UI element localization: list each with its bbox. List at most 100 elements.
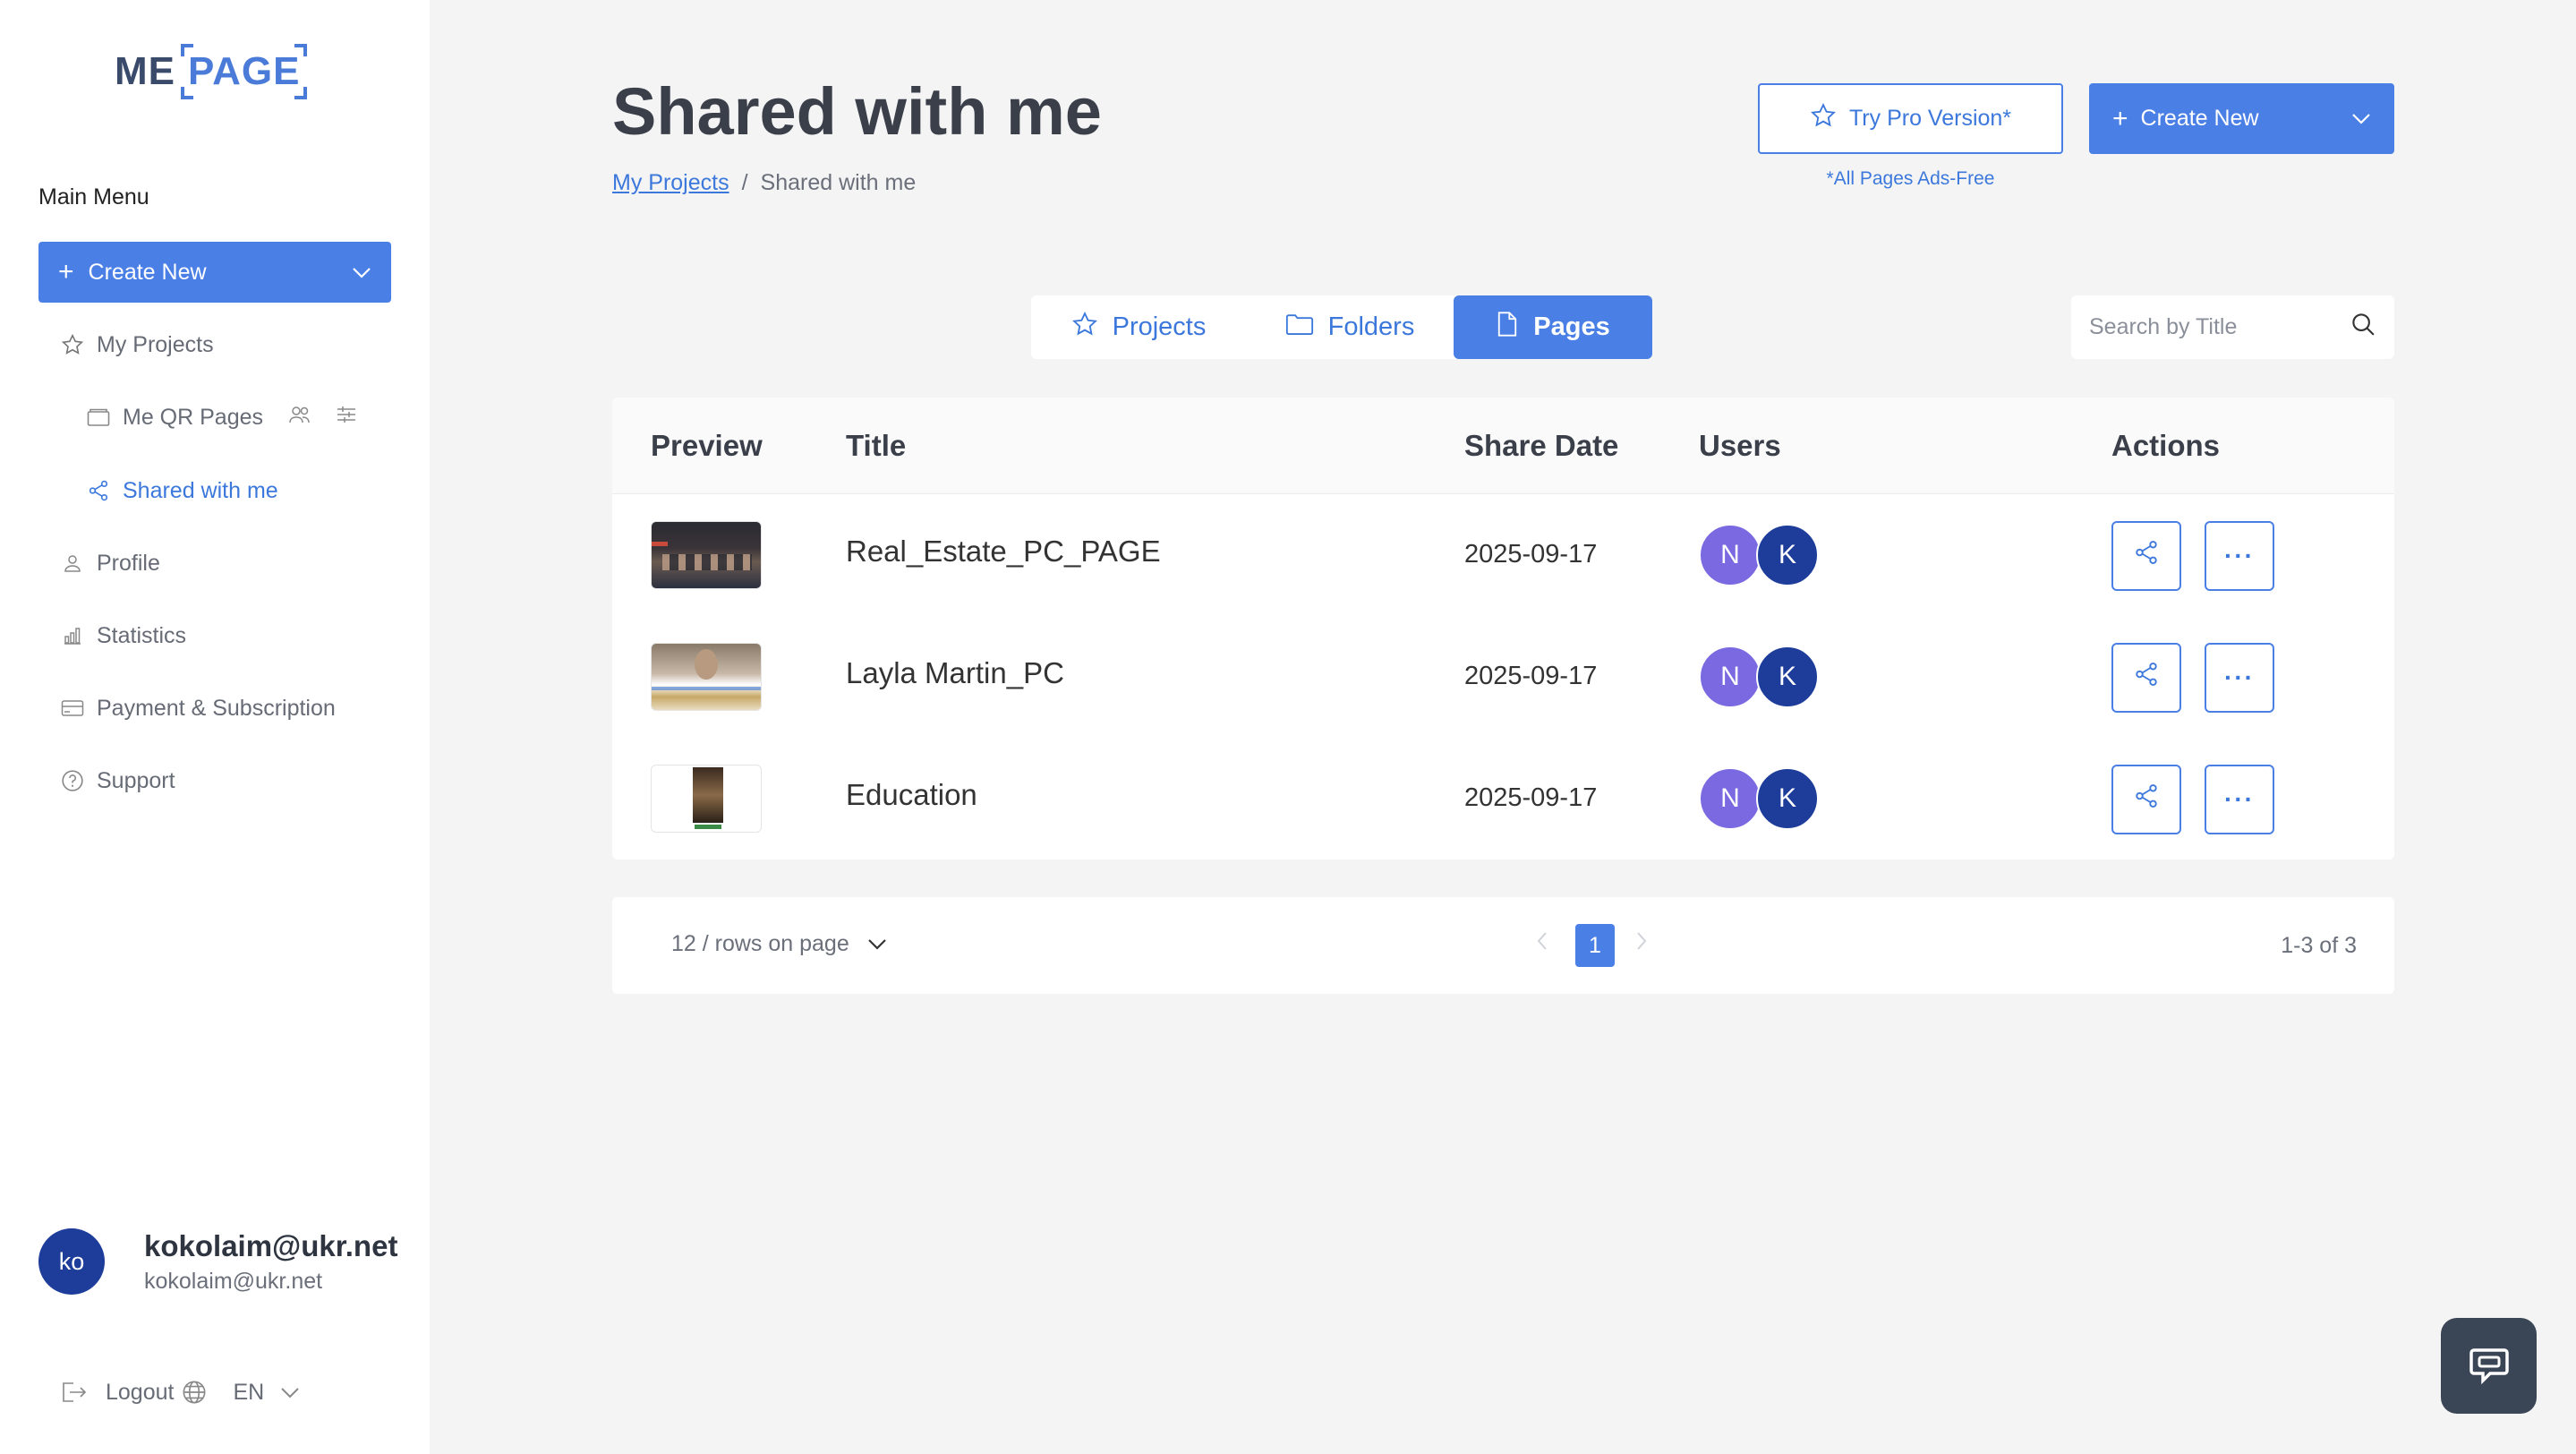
pagination-range: 1-3 of 3: [2281, 933, 2357, 958]
column-share-date: Share Date: [1464, 428, 1619, 462]
previous-page-button[interactable]: [1536, 931, 1548, 957]
table-row[interactable]: Real_Estate_PC_PAGE 2025-09-17 N K ···: [612, 495, 2394, 617]
table-row[interactable]: Layla Martin_PC 2025-09-17 N K ···: [612, 617, 2394, 739]
logout-icon[interactable]: [61, 1379, 88, 1406]
search-input[interactable]: [2089, 314, 2340, 340]
avatar: ko: [38, 1228, 105, 1295]
try-pro-button[interactable]: Try Pro Version*: [1758, 83, 2063, 154]
next-page-button[interactable]: [1635, 931, 1648, 957]
page-preview-thumbnail[interactable]: [651, 643, 762, 711]
user-icon: [61, 552, 84, 575]
user-profile-block[interactable]: ko kokolaim@ukr.net kokolaim@ukr.net: [38, 1228, 397, 1295]
avatar[interactable]: K: [1756, 524, 1819, 586]
create-new-button[interactable]: + Create New: [2089, 83, 2394, 154]
user-email: kokolaim@ukr.net: [144, 1268, 323, 1294]
star-icon: [61, 333, 84, 356]
credit-card-icon: [61, 697, 84, 720]
file-icon: [1496, 311, 1519, 345]
settings-sliders-icon[interactable]: [335, 405, 358, 431]
row-users: N K: [1699, 646, 1819, 708]
sidebar-item-me-qr-pages[interactable]: Me QR Pages: [87, 399, 358, 435]
avatar[interactable]: N: [1699, 524, 1761, 586]
sidebar-item-statistics[interactable]: Statistics: [61, 618, 186, 654]
sidebar-item-support[interactable]: Support: [61, 763, 175, 799]
tab-folders[interactable]: Folders: [1246, 295, 1454, 359]
more-actions-button[interactable]: ···: [2205, 765, 2274, 834]
bar-chart-icon: [61, 624, 84, 647]
page-number-button[interactable]: 1: [1575, 924, 1615, 967]
share-button[interactable]: [2111, 765, 2181, 834]
avatar[interactable]: K: [1756, 646, 1819, 708]
share-button[interactable]: [2111, 643, 2181, 713]
pro-note: *All Pages Ads-Free: [1826, 168, 1995, 189]
sidebar-item-profile[interactable]: Profile: [61, 545, 160, 581]
star-icon: [1810, 102, 1837, 135]
row-users: N K: [1699, 524, 1819, 586]
logo[interactable]: ME PAGE: [115, 38, 315, 106]
chevron-down-icon: [867, 931, 887, 957]
chevron-down-icon[interactable]: [280, 1380, 300, 1406]
row-share-date: 2025-09-17: [1464, 783, 1598, 812]
share-icon: [2133, 539, 2160, 573]
users-icon[interactable]: [288, 405, 311, 431]
sidebar-item-my-projects[interactable]: My Projects: [61, 327, 214, 363]
chat-support-button[interactable]: [2441, 1318, 2537, 1414]
tab-projects[interactable]: Projects: [1031, 295, 1246, 359]
share-icon: [2133, 783, 2160, 817]
help-circle-icon: [61, 769, 84, 792]
column-users: Users: [1699, 428, 1781, 462]
plus-icon: +: [58, 257, 74, 287]
pages-table: Preview Title Share Date Users Actions R…: [612, 398, 2394, 860]
view-tabs: Projects Folders Pages: [1031, 295, 1652, 359]
chat-icon: [2465, 1339, 2513, 1392]
sidebar-item-shared-with-me[interactable]: Shared with me: [87, 473, 278, 509]
row-title[interactable]: Layla Martin_PC: [846, 656, 1064, 690]
table-row[interactable]: Education 2025-09-17 N K ···: [612, 739, 2394, 860]
breadcrumb: My Projects / Shared with me: [612, 170, 916, 196]
star-icon: [1071, 311, 1098, 345]
chevron-down-icon: [352, 260, 371, 286]
rows-per-page-select[interactable]: 12 / rows on page: [671, 931, 887, 957]
globe-icon[interactable]: [181, 1379, 208, 1406]
row-title[interactable]: Education: [846, 778, 977, 812]
row-users: N K: [1699, 767, 1819, 830]
language-select[interactable]: EN: [233, 1380, 264, 1406]
table-header: Preview Title Share Date Users Actions: [612, 398, 2394, 494]
share-button[interactable]: [2111, 521, 2181, 591]
page-preview-thumbnail[interactable]: [651, 765, 762, 833]
sidebar-footer: Logout EN: [61, 1379, 300, 1406]
folder-icon: [87, 406, 110, 429]
search-box: [2071, 295, 2394, 359]
folder-icon: [1285, 312, 1314, 344]
tab-pages[interactable]: Pages: [1454, 295, 1652, 359]
avatar[interactable]: K: [1756, 767, 1819, 830]
logout-link[interactable]: Logout: [106, 1380, 174, 1406]
share-icon: [87, 479, 110, 502]
sidebar-item-payment-subscription[interactable]: Payment & Subscription: [61, 690, 336, 726]
more-actions-button[interactable]: ···: [2205, 521, 2274, 591]
sidebar-create-new-button[interactable]: + Create New: [38, 242, 391, 303]
page-preview-thumbnail[interactable]: [651, 521, 762, 589]
logo-page-text: PAGE: [188, 49, 301, 93]
pagination-bar: 12 / rows on page 1 1-3 of 3: [612, 897, 2394, 994]
main-menu-title: Main Menu: [38, 184, 149, 210]
breadcrumb-current: Shared with me: [760, 170, 917, 195]
column-preview: Preview: [651, 428, 763, 462]
row-share-date: 2025-09-17: [1464, 662, 1598, 690]
page-title: Shared with me: [612, 74, 1102, 149]
user-name: kokolaim@ukr.net: [144, 1228, 398, 1262]
more-actions-button[interactable]: ···: [2205, 643, 2274, 713]
search-icon[interactable]: [2350, 311, 2376, 344]
breadcrumb-separator: /: [741, 170, 748, 195]
row-share-date: 2025-09-17: [1464, 540, 1598, 569]
plus-icon: +: [2112, 103, 2128, 133]
sidebar: ME PAGE Main Menu + Create New My Projec…: [0, 0, 430, 1454]
avatar[interactable]: N: [1699, 646, 1761, 708]
breadcrumb-my-projects[interactable]: My Projects: [612, 170, 729, 196]
chevron-down-icon: [2351, 106, 2371, 132]
avatar[interactable]: N: [1699, 767, 1761, 830]
share-icon: [2133, 661, 2160, 695]
column-title: Title: [846, 428, 907, 462]
row-title[interactable]: Real_Estate_PC_PAGE: [846, 535, 1161, 569]
column-actions: Actions: [2111, 428, 2221, 462]
